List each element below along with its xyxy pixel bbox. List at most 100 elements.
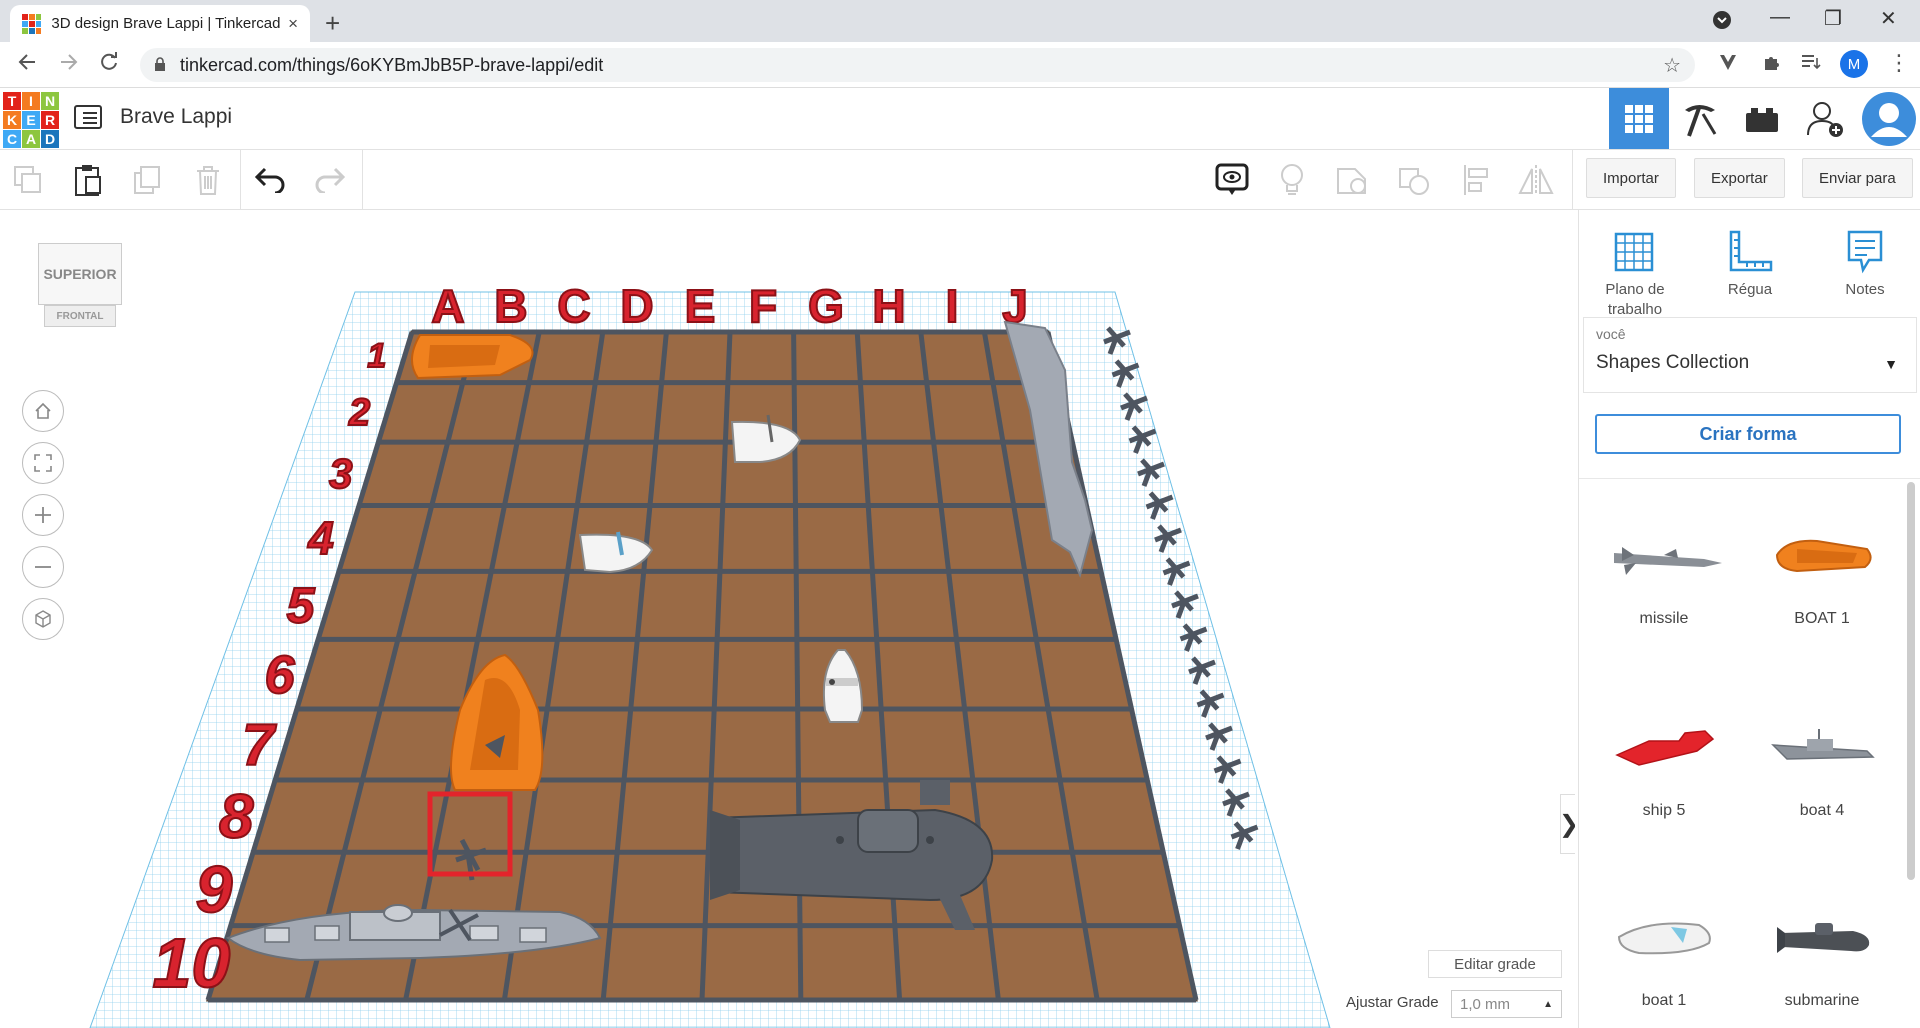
user-avatar-button[interactable] xyxy=(1858,88,1920,149)
create-shape-button[interactable]: Criar forma xyxy=(1595,414,1901,454)
zoom-out-button[interactable] xyxy=(22,546,64,588)
forward-icon[interactable] xyxy=(58,51,80,79)
cube-icon xyxy=(35,610,51,628)
workplane-tool[interactable]: Plano de trabalho xyxy=(1583,224,1687,320)
column-letter[interactable]: E xyxy=(684,279,717,333)
delete-button[interactable] xyxy=(190,162,226,198)
maximize-button[interactable]: ❐ xyxy=(1824,6,1842,31)
row-number[interactable]: 9 xyxy=(195,851,234,927)
panel-divider xyxy=(1579,478,1920,479)
align-button[interactable] xyxy=(1458,162,1494,198)
logo-letter: K xyxy=(3,111,21,129)
duplicate-button[interactable] xyxy=(130,162,166,198)
pickaxe-icon xyxy=(1685,104,1717,137)
new-tab-button[interactable]: + xyxy=(325,8,340,39)
row-number[interactable]: 4 xyxy=(306,511,335,565)
snap-grid-label: Ajustar Grade xyxy=(1346,994,1439,1011)
redo-button[interactable] xyxy=(312,162,348,198)
row-number[interactable]: 1 xyxy=(366,336,387,376)
shape-name: BOAT 1 xyxy=(1794,610,1850,627)
export-button[interactable]: Exportar xyxy=(1694,158,1785,198)
address-bar-row: tinkercad.com/things/6oKYBmJbB5P-brave-l… xyxy=(0,42,1920,88)
bricks-button[interactable] xyxy=(1732,88,1792,149)
fit-view-button[interactable] xyxy=(22,442,64,484)
view-cube[interactable]: SUPERIOR FRONTAL xyxy=(38,243,122,341)
send-to-button[interactable]: Enviar para xyxy=(1802,158,1913,198)
paste-button[interactable] xyxy=(70,162,106,198)
row-number[interactable]: 8 xyxy=(218,782,255,853)
perspective-button[interactable] xyxy=(22,598,64,640)
column-letter[interactable]: I xyxy=(945,279,960,333)
browser-menu-icon[interactable]: ⋮ xyxy=(1888,50,1910,76)
invite-user-button[interactable] xyxy=(1796,88,1856,149)
3d-scene[interactable]: ABCDEFGHIJ 12345678910 xyxy=(0,210,1575,1028)
row-number[interactable]: 3 xyxy=(328,449,353,498)
tab-close-icon[interactable]: × xyxy=(288,14,298,34)
tinkercad-logo[interactable]: TIN KER CAD xyxy=(3,92,59,148)
design-list-icon[interactable] xyxy=(74,105,102,129)
row-number[interactable]: 5 xyxy=(286,577,317,635)
shape-library-dropdown[interactable]: você Shapes Collection ▼ xyxy=(1583,317,1917,393)
design-name[interactable]: Brave Lappi xyxy=(120,105,232,129)
notes-toggle-button[interactable] xyxy=(1214,162,1250,198)
view-cube-top[interactable]: SUPERIOR xyxy=(38,243,122,305)
column-letter[interactable]: C xyxy=(556,279,591,333)
snap-grid-select[interactable]: 1,0 mm ▲ xyxy=(1451,990,1562,1018)
close-window-button[interactable]: ✕ xyxy=(1880,6,1897,31)
home-view-button[interactable] xyxy=(22,390,64,432)
tinkercad-favicon-icon xyxy=(22,13,42,34)
shape-tile-boat-4[interactable]: boat 4 xyxy=(1744,692,1900,820)
column-letter[interactable]: F xyxy=(748,279,778,333)
shape-tile-missile[interactable]: missile xyxy=(1586,500,1742,628)
lightbulb-button[interactable] xyxy=(1274,162,1310,198)
view-cube-front[interactable]: FRONTAL xyxy=(44,305,116,327)
url-bar[interactable]: tinkercad.com/things/6oKYBmJbB5P-brave-l… xyxy=(140,48,1695,82)
copy-button[interactable] xyxy=(10,162,46,198)
logo-letter: T xyxy=(3,92,21,110)
bookmark-star-icon[interactable]: ☆ xyxy=(1663,53,1681,78)
add-user-icon xyxy=(1807,101,1843,137)
reload-icon[interactable] xyxy=(98,51,120,79)
extensions-puzzle-icon[interactable] xyxy=(1762,52,1782,77)
undo-button[interactable] xyxy=(252,162,288,198)
group-button[interactable] xyxy=(1334,162,1370,198)
library-owner-label: você xyxy=(1596,326,1626,342)
minimize-button[interactable]: — xyxy=(1770,6,1790,29)
shape-tile-ship-5[interactable]: ship 5 xyxy=(1586,692,1742,820)
column-letter[interactable]: H xyxy=(871,279,906,333)
workplane-tool-label: Plano de trabalho xyxy=(1605,281,1665,318)
ruler-tool-label: Régua xyxy=(1727,281,1773,298)
extension-shield-icon[interactable] xyxy=(1718,52,1738,77)
group-icon xyxy=(1337,168,1366,194)
mirror-button[interactable] xyxy=(1518,162,1554,198)
tab-search-icon[interactable] xyxy=(1712,10,1732,36)
white-boat-thumbnail xyxy=(1617,922,1711,955)
row-number[interactable]: 7 xyxy=(241,712,278,779)
row-number[interactable]: 6 xyxy=(264,644,297,706)
3d-view-button[interactable] xyxy=(1609,88,1669,149)
ruler-tool[interactable]: Régua xyxy=(1698,224,1802,300)
browser-tab[interactable]: 3D design Brave Lappi | Tinkercad × xyxy=(10,5,310,42)
ungroup-button[interactable] xyxy=(1396,162,1432,198)
reading-list-icon[interactable] xyxy=(1800,52,1822,77)
collapse-panel-button[interactable]: ❯ xyxy=(1559,794,1575,854)
row-number[interactable]: 10 xyxy=(151,923,231,1003)
row-number[interactable]: 2 xyxy=(347,391,371,435)
column-letter[interactable]: B xyxy=(493,279,528,333)
notes-icon xyxy=(1847,230,1883,274)
column-letter[interactable]: A xyxy=(430,279,465,333)
profile-avatar[interactable]: M xyxy=(1840,50,1868,78)
back-icon[interactable] xyxy=(16,51,38,79)
shape-tile-boat-1-orange[interactable]: BOAT 1 xyxy=(1744,500,1900,628)
shape-tile-boat-1-white[interactable]: boat 1 xyxy=(1586,882,1742,1010)
edit-grid-button[interactable]: Editar grade xyxy=(1428,950,1562,978)
blocks-button[interactable] xyxy=(1670,88,1730,149)
workplane-viewport[interactable]: ABCDEFGHIJ 1 2 3 4 5 6 7 8 9 10 SUPERIOR… xyxy=(0,210,1575,1028)
column-letter[interactable]: D xyxy=(619,279,654,333)
zoom-in-button[interactable] xyxy=(22,494,64,536)
shape-tile-submarine[interactable]: submarine xyxy=(1744,882,1900,1010)
notes-tool[interactable]: Notes xyxy=(1813,224,1917,300)
import-button[interactable]: Importar xyxy=(1586,158,1676,198)
panel-scrollbar[interactable] xyxy=(1907,482,1915,880)
column-letter[interactable]: G xyxy=(807,279,845,333)
